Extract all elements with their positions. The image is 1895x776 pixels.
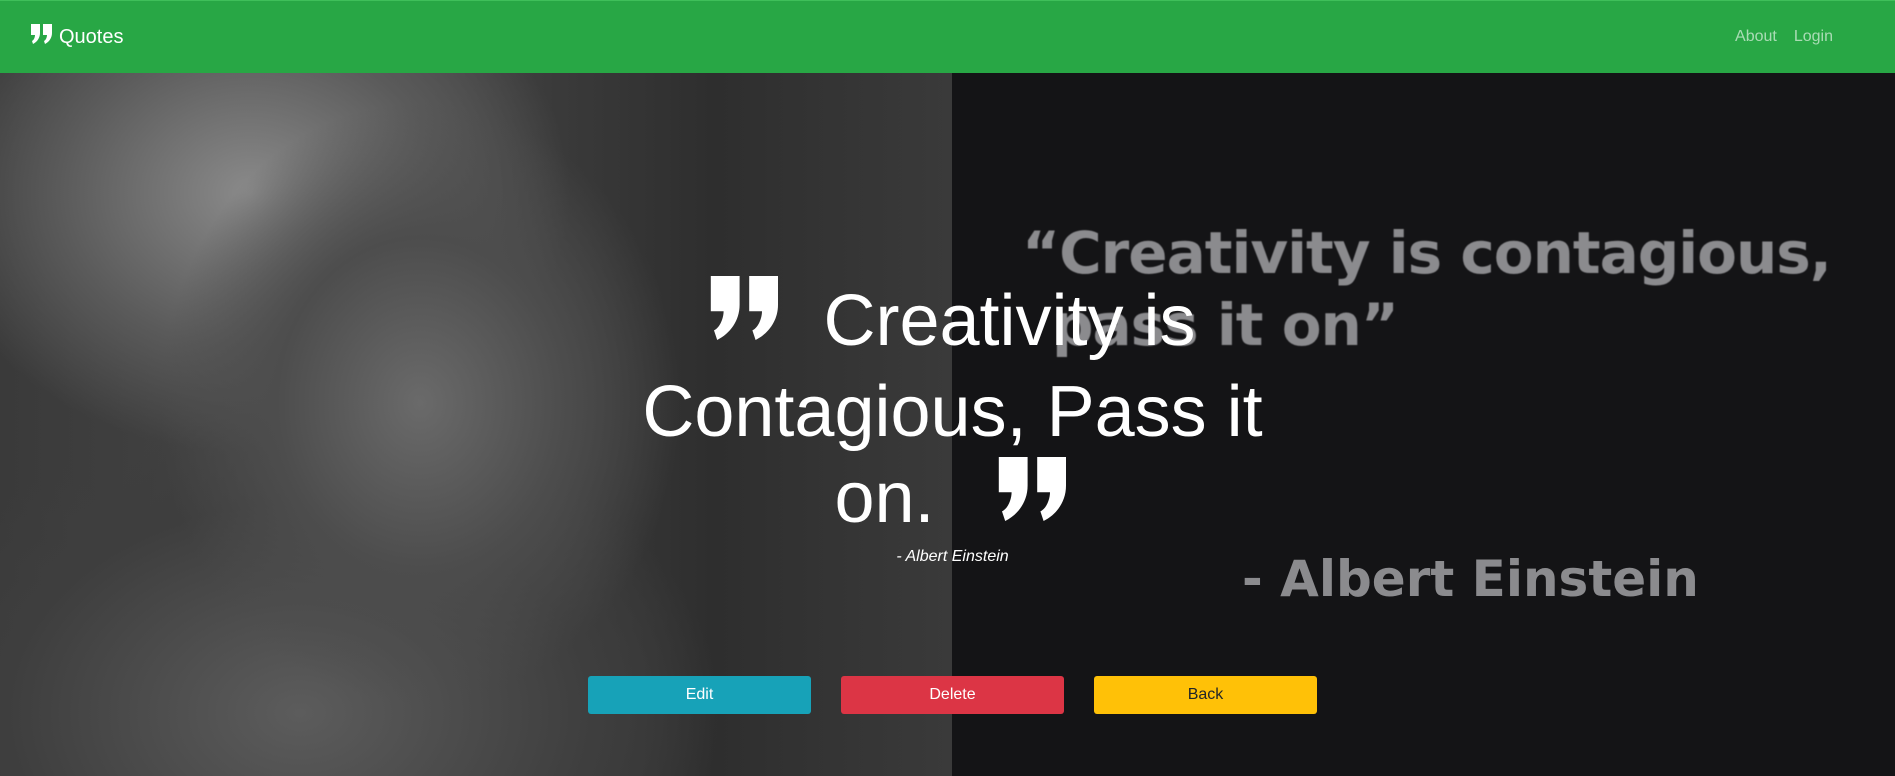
nav-links: About Login (1735, 28, 1833, 46)
back-button[interactable]: Back (1094, 676, 1317, 714)
navbar: Quotes About Login (0, 0, 1895, 73)
quote-content: Creativity is Contagious, Pass it on. (620, 275, 1285, 546)
edit-button[interactable]: Edit (588, 676, 811, 714)
hero-section: “Creativity is contagious, pass it on” -… (0, 73, 1895, 776)
quote-open-icon (709, 273, 783, 359)
brand-label: Quotes (59, 25, 124, 48)
nav-link-login[interactable]: Login (1794, 28, 1833, 46)
quote-close-icon (997, 454, 1071, 540)
background-author-image-text: - Albert Einstein (1242, 550, 1699, 608)
quote-block: Creativity is Contagious, Pass it on. - … (620, 275, 1285, 566)
quote-right-icon (31, 24, 59, 50)
delete-button[interactable]: Delete (841, 676, 1064, 714)
brand-link[interactable]: Quotes (31, 24, 123, 50)
background-quote-line1: “Creativity is contagious, (1022, 219, 1832, 287)
nav-link-about[interactable]: About (1735, 28, 1777, 46)
quote-author: - Albert Einstein (896, 547, 1009, 565)
action-buttons: Edit Delete Back (588, 676, 1317, 714)
